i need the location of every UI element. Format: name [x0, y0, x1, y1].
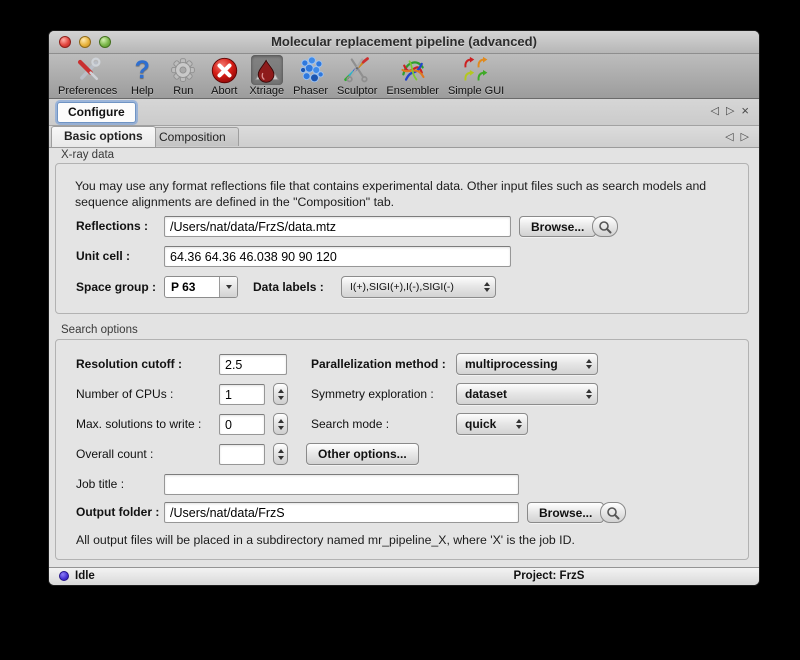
- unit-cell-label: Unit cell :: [76, 249, 130, 263]
- tab-scroll-right-icon[interactable]: ▷: [726, 104, 734, 119]
- abort-button[interactable]: Abort: [208, 55, 240, 97]
- preferences-tools-icon: [72, 55, 104, 85]
- updown-arrows-icon: [581, 389, 597, 399]
- preferences-button[interactable]: Preferences: [58, 55, 117, 97]
- output-folder-input[interactable]: [164, 502, 519, 523]
- help-question-icon: ?: [126, 55, 158, 85]
- output-folder-browse-button[interactable]: Browse...: [527, 502, 604, 523]
- resolution-cutoff-input[interactable]: [219, 354, 287, 375]
- tool-label: Abort: [211, 85, 237, 97]
- window-title: Molecular replacement pipeline (advanced…: [49, 34, 759, 49]
- parallelization-method-label: Parallelization method :: [311, 357, 446, 371]
- notebook-scroll-left-icon[interactable]: ◁: [725, 130, 733, 145]
- tab-scroll-left-icon[interactable]: ◁: [710, 104, 718, 119]
- data-labels-select[interactable]: I(+),SIGI(+),I(-),SIGI(-): [341, 276, 496, 298]
- ensembler-ribbons-icon: [397, 55, 429, 85]
- reflections-browse-button[interactable]: Browse...: [519, 216, 596, 237]
- updown-arrows-icon: [511, 419, 527, 429]
- tool-label: Simple GUI: [448, 85, 504, 97]
- tool-label: Help: [131, 85, 154, 97]
- space-group-combo[interactable]: P 63: [164, 276, 238, 298]
- tool-label: Ensembler: [386, 85, 439, 97]
- search-mode-label: Search mode :: [311, 417, 389, 431]
- overall-count-label: Overall count :: [76, 447, 153, 461]
- tab-configure[interactable]: Configure: [57, 102, 136, 123]
- symmetry-exploration-label: Symmetry exploration :: [311, 387, 434, 401]
- status-text: Idle: [75, 570, 95, 582]
- overall-count-stepper[interactable]: [273, 443, 288, 465]
- symmetry-exploration-select[interactable]: dataset: [456, 383, 598, 405]
- number-of-cpus-input[interactable]: [219, 384, 265, 405]
- toolbar: Preferences ? Help Run: [49, 54, 759, 99]
- tab-composition[interactable]: Composition: [146, 127, 239, 146]
- run-gear-icon: [167, 55, 199, 85]
- max-solutions-input[interactable]: [219, 414, 265, 435]
- status-led-icon: [59, 571, 69, 581]
- number-of-cpus-label: Number of CPUs :: [76, 387, 173, 401]
- xtriage-button[interactable]: Xtriage: [249, 55, 284, 97]
- updown-arrows-icon: [479, 282, 495, 292]
- tool-label: Xtriage: [249, 85, 284, 97]
- dropdown-arrow-icon: [219, 277, 237, 297]
- ensembler-button[interactable]: Ensembler: [386, 55, 439, 97]
- symmetry-exploration-value: dataset: [457, 387, 581, 401]
- unit-cell-input[interactable]: [164, 246, 511, 267]
- search-group-label: Search options: [61, 324, 138, 336]
- notebook-tab-bar: Basic options Composition ◁ ▷: [49, 126, 759, 148]
- xray-description-line2: sequence alignments are defined in the "…: [75, 195, 394, 209]
- tool-label: Run: [173, 85, 193, 97]
- magnifier-icon: [598, 220, 612, 234]
- document-tab-bar: Configure ◁ ▷ ×: [49, 99, 759, 126]
- basic-options-panel: X-ray data You may use any format reflec…: [49, 148, 759, 567]
- job-title-label: Job title :: [76, 477, 124, 491]
- parallelization-method-select[interactable]: multiprocessing: [456, 353, 598, 375]
- resolution-cutoff-label: Resolution cutoff :: [76, 357, 182, 371]
- phaser-button[interactable]: Phaser: [293, 55, 328, 97]
- reflections-view-button[interactable]: [592, 216, 618, 237]
- xtriage-drop-icon: [251, 55, 283, 85]
- other-options-button[interactable]: Other options...: [306, 443, 419, 465]
- sculptor-button[interactable]: Sculptor: [337, 55, 377, 97]
- title-bar: Molecular replacement pipeline (advanced…: [49, 31, 759, 54]
- run-button[interactable]: Run: [167, 55, 199, 97]
- search-mode-value: quick: [457, 417, 511, 431]
- tab-close-icon[interactable]: ×: [741, 104, 749, 119]
- help-button[interactable]: ? Help: [126, 55, 158, 97]
- tool-label: Phaser: [293, 85, 328, 97]
- overall-count-input[interactable]: [219, 444, 265, 465]
- reflections-label: Reflections :: [76, 219, 148, 233]
- sculptor-scissors-icon: [341, 55, 373, 85]
- updown-arrows-icon: [581, 359, 597, 369]
- status-bar: Idle Project: FrzS: [49, 567, 759, 585]
- data-labels-label: Data labels :: [253, 280, 324, 294]
- xray-group-label: X-ray data: [61, 149, 114, 161]
- number-of-cpus-stepper[interactable]: [273, 383, 288, 405]
- space-group-label: Space group :: [76, 280, 156, 294]
- tool-label: Preferences: [58, 85, 117, 97]
- magnifier-icon: [606, 506, 620, 520]
- output-folder-label: Output folder :: [76, 505, 159, 519]
- job-title-input[interactable]: [164, 474, 519, 495]
- simple-gui-arrows-icon: [460, 55, 492, 85]
- data-labels-value: I(+),SIGI(+),I(-),SIGI(-): [342, 281, 479, 293]
- parallelization-method-value: multiprocessing: [457, 357, 581, 371]
- max-solutions-stepper[interactable]: [273, 413, 288, 435]
- tool-label: Sculptor: [337, 85, 377, 97]
- search-mode-select[interactable]: quick: [456, 413, 528, 435]
- output-folder-view-button[interactable]: [600, 502, 626, 523]
- space-group-value: P 63: [165, 277, 219, 297]
- tab-basic-options[interactable]: Basic options: [51, 126, 156, 147]
- xray-description-line1: You may use any format reflections file …: [75, 179, 706, 193]
- app-window: Molecular replacement pipeline (advanced…: [48, 30, 760, 586]
- project-label: Project: FrzS: [429, 570, 669, 582]
- simple-gui-button[interactable]: Simple GUI: [448, 55, 504, 97]
- abort-x-icon: [208, 55, 240, 85]
- max-solutions-label: Max. solutions to write :: [76, 417, 201, 431]
- phaser-molecule-icon: [295, 55, 327, 85]
- output-note: All output files will be placed in a sub…: [76, 533, 575, 547]
- notebook-scroll-right-icon[interactable]: ▷: [741, 130, 749, 145]
- reflections-input[interactable]: [164, 216, 511, 237]
